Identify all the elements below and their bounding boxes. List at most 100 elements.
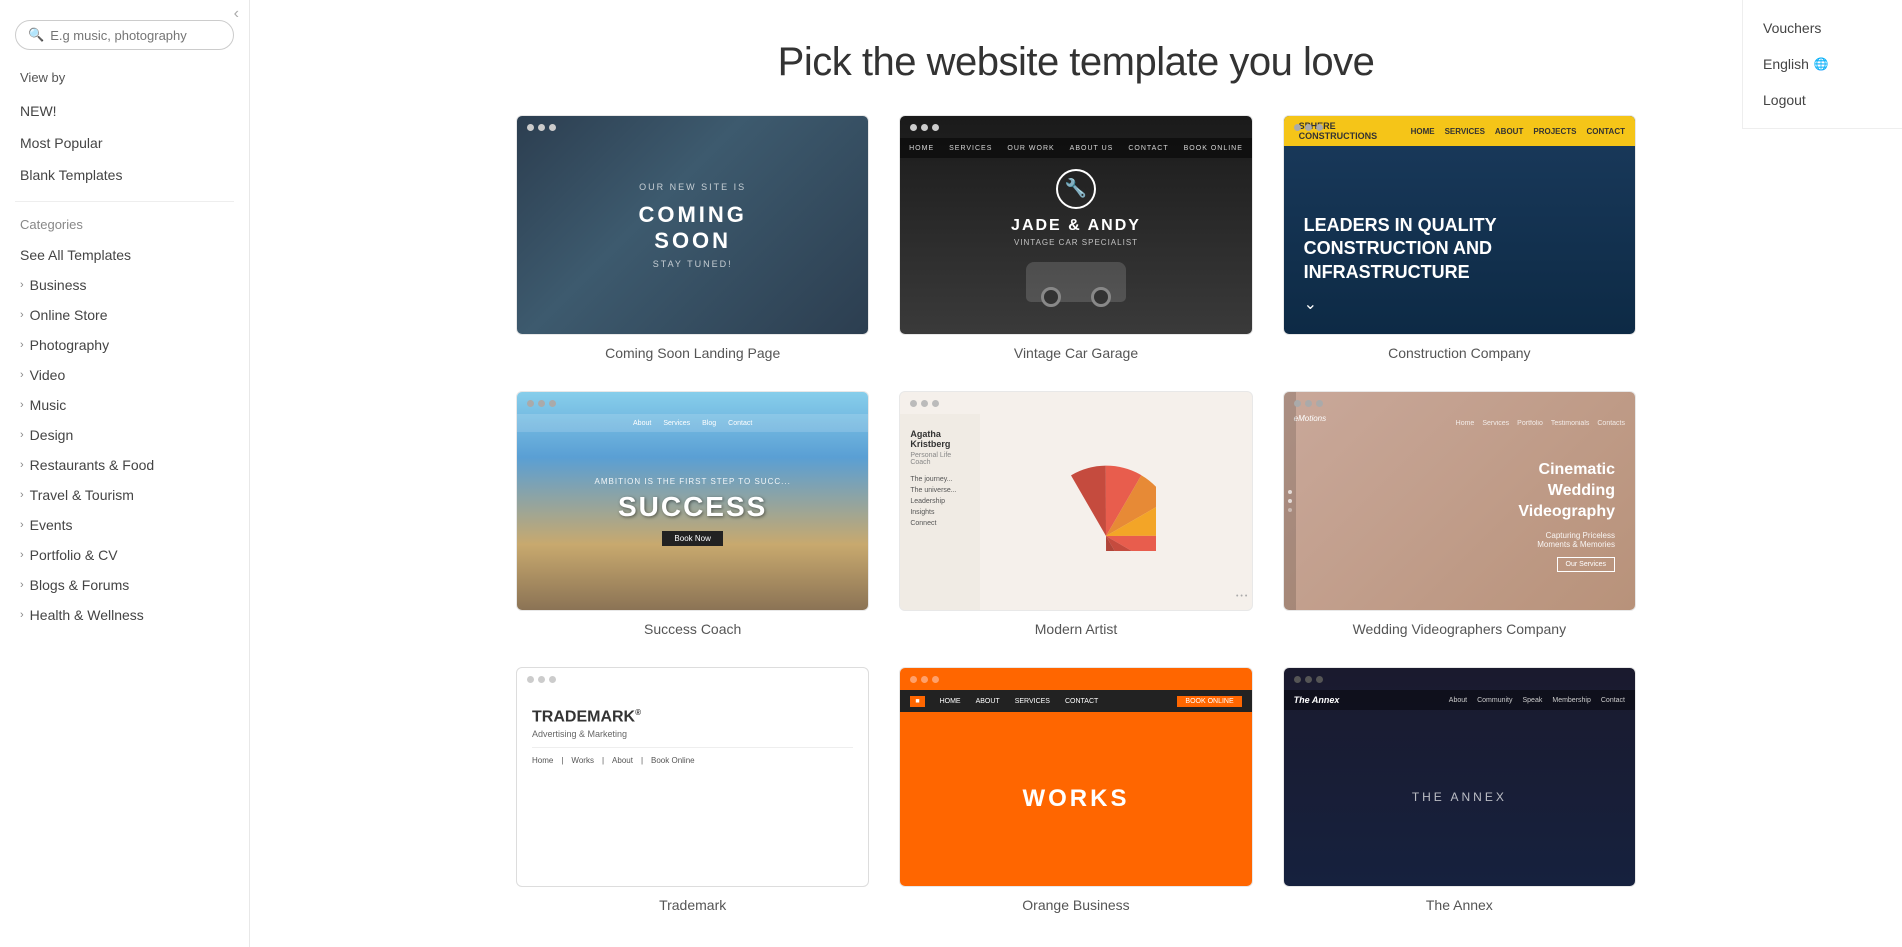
success-book-button[interactable]: Book Now <box>662 531 722 546</box>
sidebar-item-photography-label: Photography <box>30 337 109 353</box>
window-dots <box>910 676 939 683</box>
vouchers-menu-item[interactable]: Vouchers <box>1743 10 1902 46</box>
template-preview-dark: The Annex About Community Speak Membersh… <box>1283 667 1636 887</box>
logout-menu-item[interactable]: Logout <box>1743 82 1902 118</box>
dot-2 <box>1305 400 1312 407</box>
artist-name: Agatha Kristberg <box>910 429 970 449</box>
vintage-nav: HOME SERVICES OUR WORK ABOUT US CONTACT … <box>900 138 1251 158</box>
wed-nav-2: Services <box>1482 420 1509 427</box>
artist-nav-4: Insights <box>910 509 970 516</box>
sidebar-item-photography[interactable]: › Photography <box>0 330 249 360</box>
sidebar-item-events[interactable]: › Events <box>0 510 249 540</box>
template-name-success: Success Coach <box>516 621 869 637</box>
con-nav-contact: CONTACT <box>1586 127 1625 136</box>
sphere-logo: SPHERECONSTRUCTIONS <box>1294 119 1383 143</box>
jade-andy-title: JADE & ANDY <box>1011 217 1141 235</box>
window-dots <box>1294 124 1323 131</box>
sidebar-item-blank-templates[interactable]: Blank Templates <box>0 159 249 191</box>
wedding-cta-button[interactable]: Our Services <box>1557 557 1615 572</box>
tm-nav-works: Works <box>571 756 594 765</box>
chevron-right-icon: › <box>20 339 24 351</box>
tm-nav-home: Home <box>532 756 553 765</box>
sidebar-item-events-label: Events <box>30 517 73 533</box>
chevron-right-icon: › <box>20 489 24 501</box>
sidebar-item-blogs-forums[interactable]: › Blogs & Forums <box>0 570 249 600</box>
dot-red <box>527 124 534 131</box>
template-name-construction: Construction Company <box>1283 345 1636 361</box>
dot-1 <box>910 400 917 407</box>
wedding-text: CinematicWeddingVideography Capturing Pr… <box>1518 460 1615 571</box>
template-name-wedding: Wedding Videographers Company <box>1283 621 1636 637</box>
template-card-trademark[interactable]: TRADEMARK® Advertising & Marketing Home … <box>516 667 869 913</box>
dark-nav-community: Community <box>1477 697 1512 704</box>
template-name-vintage-car: Vintage Car Garage <box>899 345 1252 361</box>
trademark-logo: TRADEMARK® <box>532 708 853 726</box>
template-card-dark[interactable]: The Annex About Community Speak Membersh… <box>1283 667 1636 913</box>
template-name-trademark: Trademark <box>516 897 869 913</box>
wed-nav-5: Contacts <box>1597 420 1625 427</box>
wrench-icon-circle: 🔧 <box>1056 169 1096 209</box>
artist-nav-1: The journey... <box>910 476 970 483</box>
success-content: AMBITION IS THE FIRST STEP TO SUCC... SU… <box>595 477 791 546</box>
artist-nav-2: The universe... <box>910 487 970 494</box>
sidebar-item-travel-tourism-label: Travel & Tourism <box>30 487 134 503</box>
sidebar-item-business[interactable]: › Business <box>0 270 249 300</box>
dot-3 <box>932 400 939 407</box>
dot-2 <box>921 124 928 131</box>
artist-nav-5: Connect <box>910 520 970 527</box>
sidebar-item-most-popular[interactable]: Most Popular <box>0 127 249 159</box>
template-card-modern-artist[interactable]: Agatha Kristberg Personal Life Coach The… <box>899 391 1252 637</box>
template-card-coming-soon[interactable]: OUR NEW SITE IS COMINGSOON STAY TUNED! C… <box>516 115 869 361</box>
orange-nav-home: HOME <box>940 698 961 705</box>
chevron-right-icon: › <box>20 279 24 291</box>
sidebar-item-restaurants-food[interactable]: › Restaurants & Food <box>0 450 249 480</box>
dark-logo: The Annex <box>1294 695 1340 705</box>
sidebar-item-see-all[interactable]: See All Templates <box>0 240 249 270</box>
trademark-content: TRADEMARK® Advertising & Marketing Home … <box>517 678 868 780</box>
artist-nav-3: Leadership <box>910 498 970 505</box>
dot-1 <box>910 676 917 683</box>
orange-book-btn[interactable]: BOOK ONLINE <box>1177 696 1241 707</box>
nav-home: HOME <box>909 145 934 152</box>
strip-dot <box>1288 508 1292 512</box>
success-title: SUCCESS <box>595 491 791 523</box>
sidebar-item-travel-tourism[interactable]: › Travel & Tourism <box>0 480 249 510</box>
template-card-success-coach[interactable]: About Services Blog Contact AMBITION IS … <box>516 391 869 637</box>
template-name-coming-soon: Coming Soon Landing Page <box>516 345 869 361</box>
car-silhouette <box>1026 262 1126 302</box>
orange-nav: ■ HOME ABOUT SERVICES CONTACT BOOK ONLIN… <box>900 690 1251 712</box>
wedding-brand: eMotions <box>1294 414 1326 423</box>
categories-label: Categories <box>0 212 249 240</box>
window-dots <box>1294 400 1323 407</box>
dark-content: THE ANNEX <box>1284 688 1635 887</box>
english-menu-item[interactable]: English 🌐 <box>1743 46 1902 82</box>
sidebar-item-new[interactable]: NEW! <box>0 95 249 127</box>
construction-nav: SPHERECONSTRUCTIONS HOME SERVICES ABOUT … <box>1284 116 1635 146</box>
dot-1 <box>527 400 534 407</box>
sidebar-item-online-store[interactable]: › Online Store <box>0 300 249 330</box>
template-card-vintage-car[interactable]: HOME SERVICES OUR WORK ABOUT US CONTACT … <box>899 115 1252 361</box>
chevron-right-icon: › <box>20 519 24 531</box>
template-card-construction[interactable]: SPHERECONSTRUCTIONS HOME SERVICES ABOUT … <box>1283 115 1636 361</box>
search-input[interactable] <box>50 28 221 43</box>
wedding-sub: Capturing PricelessMoments & Memories <box>1518 531 1615 549</box>
sidebar-item-portfolio-cv[interactable]: › Portfolio & CV <box>0 540 249 570</box>
tm-nav-sep1: | <box>561 756 563 765</box>
dot-2 <box>1305 124 1312 131</box>
template-card-orange[interactable]: ■ HOME ABOUT SERVICES CONTACT BOOK ONLIN… <box>899 667 1252 913</box>
search-box[interactable]: 🔍 <box>15 20 234 50</box>
sidebar-collapse-arrow[interactable]: ‹ <box>234 5 239 23</box>
sidebar-item-design[interactable]: › Design <box>0 420 249 450</box>
car-wheel-left <box>1041 287 1061 307</box>
artist-page-dots: • • • <box>1236 593 1247 600</box>
template-preview-coming-soon: OUR NEW SITE IS COMINGSOON STAY TUNED! <box>516 115 869 335</box>
sidebar-item-music[interactable]: › Music <box>0 390 249 420</box>
template-preview-orange: ■ HOME ABOUT SERVICES CONTACT BOOK ONLIN… <box>899 667 1252 887</box>
dot-1 <box>910 124 917 131</box>
artist-nav: The journey... The universe... Leadershi… <box>910 476 970 527</box>
wed-nav-1: Home <box>1456 420 1475 427</box>
sidebar-item-video[interactable]: › Video <box>0 360 249 390</box>
sidebar-item-health-wellness[interactable]: › Health & Wellness <box>0 600 249 630</box>
template-card-wedding[interactable]: Home Services Portfolio Testimonials Con… <box>1283 391 1636 637</box>
dot-3 <box>932 676 939 683</box>
